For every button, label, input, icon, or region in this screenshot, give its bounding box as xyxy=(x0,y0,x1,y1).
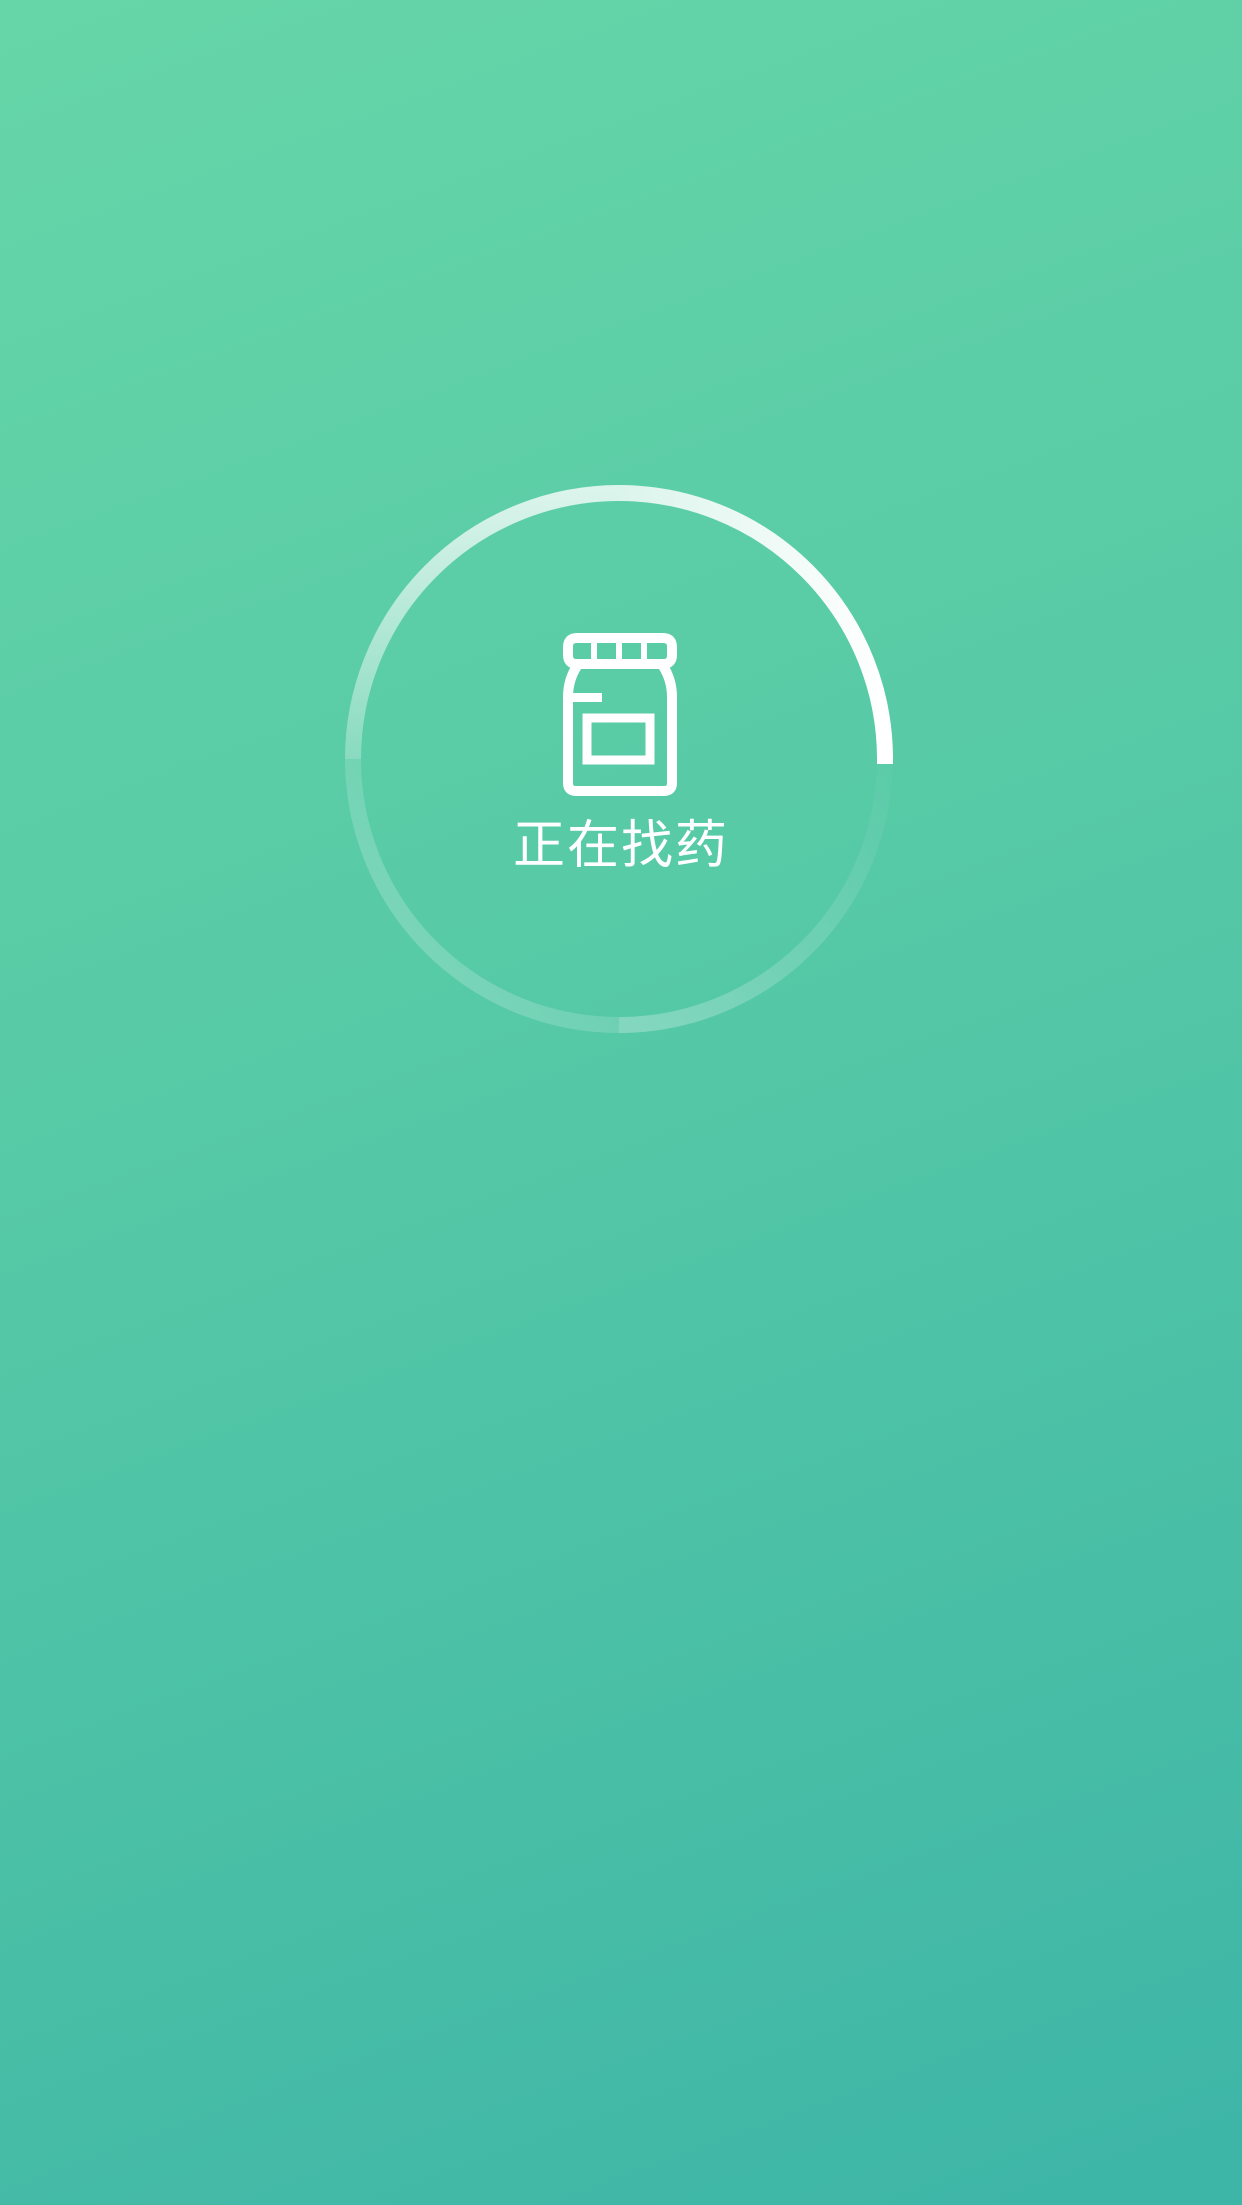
medicine-bottle-icon xyxy=(563,633,677,796)
loading-status-text: 正在找药 xyxy=(512,816,729,876)
loading-screen: 正在找药 xyxy=(0,0,1242,2205)
